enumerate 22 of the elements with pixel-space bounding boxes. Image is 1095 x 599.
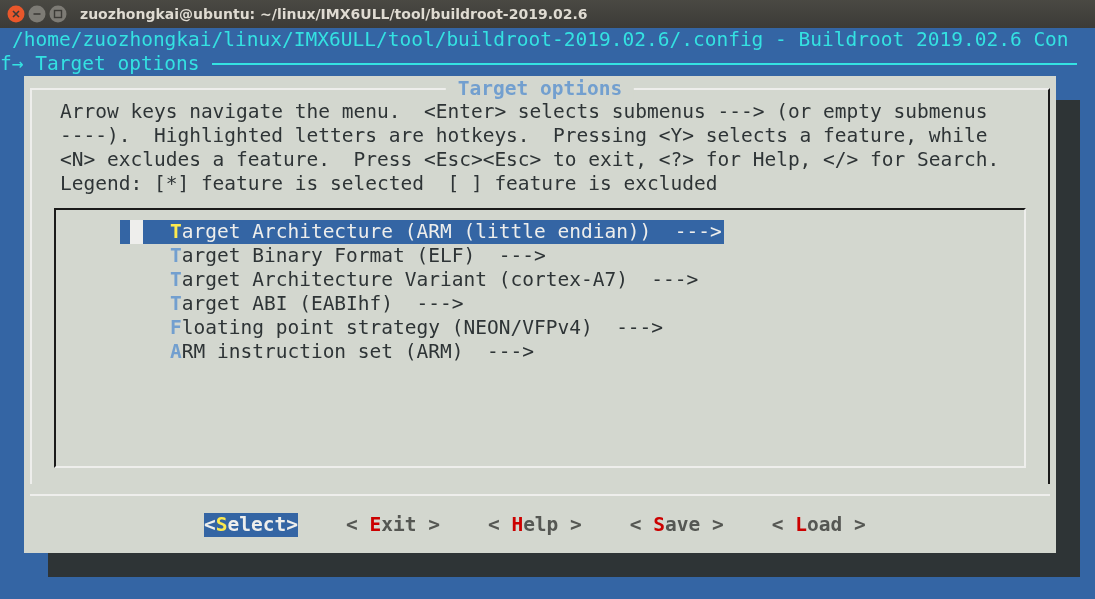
menu-item[interactable]: Target Binary Format (ELF) ---> — [120, 244, 546, 268]
dialog-button[interactable]: < Save > — [629, 512, 724, 537]
dialog-title: Target options — [445, 77, 635, 101]
dialog-button[interactable]: < Help > — [487, 512, 582, 537]
help-text: ----). Highlighted letters are hotkeys. Pressing <Y> selects a feature, while — [60, 124, 989, 148]
help-text: <N> excludes a feature. Press <Esc><Esc> to exit, <?> for Help, </> for Search. — [60, 148, 1001, 172]
menu-item[interactable]: Target Architecture Variant (cortex-A7) ---> — [120, 268, 699, 292]
dialog-button[interactable]: < Load > — [771, 512, 866, 537]
legend-text: Legend: [*] feature is selected [ ] feature is excluded — [60, 172, 719, 196]
help-text: Arrow keys navigate the menu. <Enter> selects submenus ---> (or empty submenus — [60, 100, 989, 124]
menu-item[interactable]: ARM instruction set (ARM) ---> — [120, 340, 534, 364]
close-icon[interactable] — [7, 5, 25, 23]
menu-item[interactable]: Target Architecture (ARM (little endian)) ---> — [120, 220, 724, 244]
menu-item[interactable]: Target ABI (EABIhf) ---> — [120, 292, 464, 316]
dialog-button[interactable]: < Exit > — [345, 512, 440, 537]
window-title: zuozhongkai@ubuntu: ~/linux/IMX6ULL/tool/buildroot-2019.02.6 — [80, 6, 588, 22]
breadcrumb: f→ Target options — [0, 52, 200, 76]
minimize-icon[interactable] — [28, 5, 46, 23]
config-path: /home/zuozhongkai/linux/IMX6ULL/tool/buildroot-2019.02.6/.config - Buildroot 2019.02.6 Con — [12, 28, 1069, 51]
menu-item[interactable]: Floating point strategy (NEON/VFPv4) ---> — [120, 316, 664, 340]
maximize-icon[interactable] — [49, 5, 67, 23]
dialog-button[interactable]: <Select> — [204, 512, 298, 537]
